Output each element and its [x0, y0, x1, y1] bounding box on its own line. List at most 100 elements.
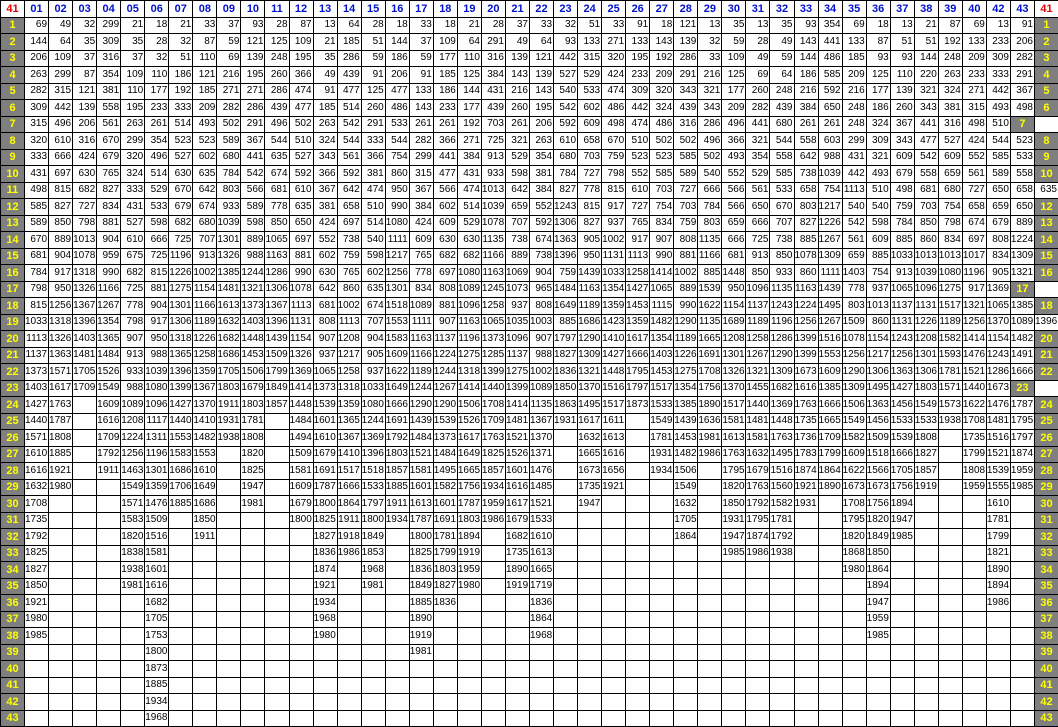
grid-cell: 630: [457, 232, 481, 249]
grid-cell: 1934: [313, 595, 337, 612]
grid-cell: 1396: [554, 248, 578, 265]
grid-cell: [433, 611, 457, 628]
grid-cell: [265, 694, 289, 711]
grid-cell: 1827: [313, 529, 337, 546]
row-header-left: 40: [1, 661, 25, 678]
grid-cell: 1885: [145, 677, 169, 694]
grid-cell: 1682: [217, 331, 241, 348]
grid-cell: [794, 661, 818, 678]
grid-cell: 1080: [938, 265, 962, 282]
grid-cell: [385, 595, 409, 612]
grid-cell: 1039: [914, 265, 938, 282]
grid-cell: 271: [457, 133, 481, 150]
grid-cell: [866, 710, 890, 727]
grid-cell: 1825: [241, 463, 265, 480]
table-row: 3318251838158118361986185318251799191917…: [1, 545, 1058, 562]
grid-cell: 1078: [289, 281, 313, 298]
grid-cell: 1666: [1010, 364, 1034, 381]
grid-cell: 1673: [578, 463, 602, 480]
grid-cell: 51: [578, 17, 602, 34]
grid-cell: 309: [97, 34, 121, 51]
grid-cell: [241, 545, 265, 562]
grid-cell: [962, 562, 986, 579]
grid-cell: 679: [169, 199, 193, 216]
grid-cell: [409, 694, 433, 711]
grid-cell: [746, 677, 770, 694]
row-header-right: 35: [1034, 578, 1058, 595]
row-header-left: 5: [1, 83, 25, 100]
grid-cell: 540: [842, 199, 866, 216]
grid-cell: 1838: [121, 545, 145, 562]
grid-cell: 1986: [481, 512, 505, 529]
grid-cell: 87: [193, 34, 217, 51]
grid-cell: 1117: [145, 413, 169, 430]
grid-cell: [674, 694, 698, 711]
grid-cell: 442: [554, 50, 578, 67]
grid-cell: 206: [25, 50, 49, 67]
grid-cell: 1820: [121, 529, 145, 546]
grid-cell: 271: [602, 34, 626, 51]
row-header-left: 7: [1, 116, 25, 133]
grid-cell: 765: [409, 248, 433, 265]
grid-cell: [722, 644, 746, 661]
grid-cell: 1666: [385, 397, 409, 414]
grid-cell: 354: [818, 17, 842, 34]
grid-cell: 1521: [505, 430, 529, 447]
grid-cell: 1369: [986, 281, 1010, 298]
grid-cell: 666: [698, 182, 722, 199]
grid-cell: 474: [626, 116, 650, 133]
grid-cell: 529: [457, 215, 481, 232]
grid-cell: 697: [49, 166, 73, 183]
grid-cell: 1820: [241, 446, 265, 463]
grid-cell: 1857: [914, 463, 938, 480]
grid-cell: [914, 694, 938, 711]
grid-cell: 917: [145, 314, 169, 331]
grid-cell: 540: [698, 166, 722, 183]
grid-cell: [1010, 512, 1034, 529]
grid-cell: 1365: [169, 347, 193, 364]
grid-cell: 1673: [794, 364, 818, 381]
grid-cell: 1825: [25, 545, 49, 562]
grid-cell: 1482: [193, 430, 217, 447]
table-row: 3518501981161619211981184918271980191917…: [1, 578, 1058, 595]
grid-cell: 32: [169, 34, 193, 51]
grid-cell: [578, 677, 602, 694]
grid-cell: 195: [241, 67, 265, 84]
grid-cell: 1359: [145, 479, 169, 496]
grid-cell: 1517: [650, 380, 674, 397]
grid-cell: 1549: [674, 479, 698, 496]
grid-cell: [602, 496, 626, 513]
grid-cell: 1611: [602, 413, 626, 430]
grid-cell: 1959: [481, 496, 505, 513]
grid-cell: 1800: [289, 512, 313, 529]
grid-cell: 260: [505, 100, 529, 117]
grid-cell: 523: [193, 133, 217, 150]
grid-cell: 1665: [529, 562, 553, 579]
grid-cell: 1245: [481, 281, 505, 298]
grid-cell: [602, 677, 626, 694]
grid-cell: [337, 644, 361, 661]
grid-cell: 885: [866, 248, 890, 265]
grid-cell: 1002: [193, 265, 217, 282]
grid-cell: [457, 611, 481, 628]
grid-cell: 1367: [337, 430, 361, 447]
grid-cell: 477: [289, 100, 313, 117]
grid-cell: 1911: [97, 463, 121, 480]
grid-cell: 321: [505, 133, 529, 150]
grid-cell: 424: [962, 133, 986, 150]
grid-cell: 1919: [914, 479, 938, 496]
grid-cell: 1403: [650, 347, 674, 364]
grid-cell: 602: [578, 100, 602, 117]
grid-cell: 1705: [145, 611, 169, 628]
grid-cell: [481, 710, 505, 727]
grid-cell: 1154: [722, 298, 746, 315]
grid-cell: 496: [265, 116, 289, 133]
grid-cell: [169, 512, 193, 529]
grid-cell: 1013: [481, 182, 505, 199]
grid-cell: 1820: [722, 479, 746, 496]
grid-cell: 558: [1010, 166, 1034, 183]
grid-cell: 1756: [866, 496, 890, 513]
grid-cell: 1113: [289, 298, 313, 315]
grid-cell: 1808: [962, 463, 986, 480]
grid-cell: 609: [890, 149, 914, 166]
